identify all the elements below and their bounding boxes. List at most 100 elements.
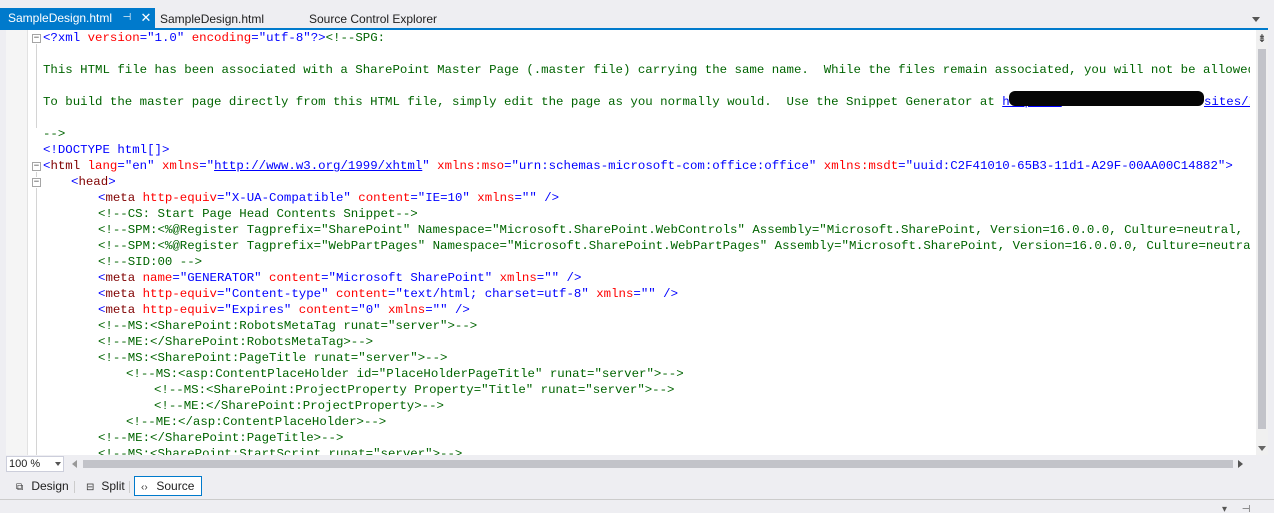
attr-value: "uuid:C2F41010-65B3-11d1-A29F-00AA00C148… xyxy=(905,159,1226,173)
url-link[interactable]: http://www.w3.org/1999/xhtml xyxy=(214,159,422,173)
tag-name: html xyxy=(50,159,81,173)
attr-value: "" xyxy=(544,271,560,285)
bracket: /> xyxy=(559,271,582,285)
code-line: <!--ME:</SharePoint:RobotsMetaTag>--> xyxy=(98,335,374,349)
outline-guide xyxy=(36,44,37,128)
code-line: <!--MS:<asp:ContentPlaceHolder id="Place… xyxy=(126,367,684,381)
attr-value: "Content-type" xyxy=(224,287,329,301)
code-line: --> xyxy=(43,127,66,141)
bottom-panel-header: ▾ ⊣ ✕ xyxy=(0,499,1274,513)
attr: http-equiv xyxy=(142,191,217,205)
code-line: <?xml version="1.0" encoding="utf-8"?><!… xyxy=(43,31,386,45)
close-icon[interactable]: ✕ xyxy=(139,8,153,28)
code-line: <meta http-equiv="Expires" content="0" x… xyxy=(98,303,470,317)
attr: xmlns xyxy=(162,159,200,173)
attr: content xyxy=(335,287,389,301)
comment: <!--SPG: xyxy=(325,31,386,45)
zoom-value: 100 % xyxy=(9,458,41,470)
code-line: <head> xyxy=(71,174,116,190)
bracket: > xyxy=(108,175,116,189)
tag-name: meta xyxy=(105,271,136,285)
collapse-toggle-icon[interactable]: − xyxy=(32,178,41,187)
bracket: /> xyxy=(655,287,679,301)
vertical-scrollbar[interactable]: ⇟ xyxy=(1256,30,1268,455)
attr: xmlns:mso xyxy=(437,159,505,173)
attr-value: "1.0" xyxy=(147,31,185,45)
tab-label: Source Control Explorer xyxy=(309,12,438,26)
url-link[interactable]: sites/I xyxy=(1204,95,1250,109)
attr-value: "Expires" xyxy=(224,303,292,317)
attr-value: "text/html; charset=utf-8" xyxy=(395,287,589,301)
code-line: <!--SPM:<%@Register Tagprefix="WebPartPa… xyxy=(98,239,1250,253)
code-line: sites/I xyxy=(1204,94,1250,110)
design-view-button[interactable]: ⧉ Design xyxy=(9,476,71,496)
attr: lang xyxy=(87,159,118,173)
view-switcher: ⧉ Design ⊟ Split ‹› Source xyxy=(0,473,1274,499)
code-line: <!--MS:<SharePoint:RobotsMetaTag runat="… xyxy=(98,319,478,333)
zoom-dropdown[interactable]: 100 % xyxy=(6,456,64,472)
code-line: <!--CS: Start Page Head Contents Snippet… xyxy=(98,207,418,221)
tab-label: SampleDesign.html xyxy=(160,12,265,26)
pi-open: <?xml xyxy=(43,31,88,45)
split-handle-icon[interactable]: ⇟ xyxy=(1256,33,1268,45)
attr: name xyxy=(142,271,173,285)
attr: version xyxy=(87,31,140,45)
tag-name: head xyxy=(78,175,109,189)
attr-value: "urn:schemas-microsoft-com:office:office… xyxy=(511,159,817,173)
attr: http-equiv xyxy=(142,303,217,317)
divider xyxy=(129,481,130,493)
code-line: <!--ME:</SharePoint:ProjectProperty>--> xyxy=(154,399,444,413)
code-area[interactable]: − − − <?xml version="1.0" encoding="utf-… xyxy=(6,30,1250,455)
tab-dropdown-icon[interactable] xyxy=(1251,14,1261,24)
collapse-toggle-icon[interactable]: − xyxy=(32,34,41,43)
attr-value: "Microsoft SharePoint" xyxy=(328,271,493,285)
design-view-icon: ⧉ xyxy=(16,482,24,493)
attr: xmlns xyxy=(388,303,426,317)
attr-value: "GENERATOR" xyxy=(179,271,262,285)
split-view-label: Split xyxy=(101,479,125,493)
editor-status-bar: 100 % xyxy=(6,455,1268,473)
bracket: /> xyxy=(447,303,470,317)
attr: xmlns xyxy=(499,271,537,285)
comment: To build the master page directly from t… xyxy=(43,95,1003,109)
divider xyxy=(74,481,75,493)
pin-icon[interactable]: ⊣ xyxy=(121,8,133,28)
tab-source-control-explorer[interactable]: Source Control Explorer xyxy=(309,9,437,29)
code-line: <!--MS:<SharePoint:PageTitle runat="serv… xyxy=(98,351,448,365)
source-view-icon: ‹› xyxy=(141,482,148,493)
pi-close: ?> xyxy=(310,31,326,45)
attr: xmlns xyxy=(477,191,515,205)
scroll-thumb[interactable] xyxy=(1258,49,1266,429)
code-line: <html lang="en" xmlns="http://www.w3.org… xyxy=(43,159,1233,173)
attr-value: "" xyxy=(432,303,448,317)
tab-sampledesign-active[interactable]: SampleDesign.html ⊣ ✕ xyxy=(0,8,155,29)
source-view-button[interactable]: ‹› Source xyxy=(134,476,202,496)
scroll-right-icon[interactable] xyxy=(1238,460,1243,468)
attr-value: "" xyxy=(640,287,656,301)
attr: content xyxy=(269,271,322,285)
scroll-left-icon[interactable] xyxy=(72,460,77,468)
horizontal-scroll-thumb[interactable] xyxy=(83,460,1233,468)
tag-name: meta xyxy=(105,303,136,317)
redaction-mark xyxy=(1009,91,1204,106)
attr: content xyxy=(298,303,351,317)
code-line: <!DOCTYPE html[]> xyxy=(43,143,170,157)
code-line: <!--SPM:<%@Register Tagprefix="SharePoin… xyxy=(98,223,1250,237)
scroll-down-icon[interactable] xyxy=(1257,443,1267,453)
code-line: To build the master page directly from t… xyxy=(43,94,1062,110)
attr: xmlns:msdt xyxy=(823,159,899,173)
panel-controls-icon[interactable]: ▾ ⊣ ✕ xyxy=(1222,504,1274,513)
attr-value: "utf-8" xyxy=(258,31,311,45)
collapse-toggle-icon[interactable]: − xyxy=(32,162,41,171)
code-editor[interactable]: − − − <?xml version="1.0" encoding="utf-… xyxy=(6,30,1268,455)
code-line: <!--ME:</SharePoint:PageTitle>--> xyxy=(98,431,344,445)
code-line: <meta http-equiv="Content-type" content=… xyxy=(98,287,679,301)
code-line: <!--SID:00 --> xyxy=(98,255,203,269)
tab-sampledesign-preview[interactable]: SampleDesign.html xyxy=(160,9,264,29)
split-view-button[interactable]: ⊟ Split xyxy=(79,476,125,496)
attr-value: "X-UA-Compatible" xyxy=(224,191,351,205)
tab-label: SampleDesign.html xyxy=(8,11,113,25)
chevron-down-icon xyxy=(55,462,61,466)
attr: encoding xyxy=(191,31,252,45)
attr-value: "en" xyxy=(124,159,155,173)
